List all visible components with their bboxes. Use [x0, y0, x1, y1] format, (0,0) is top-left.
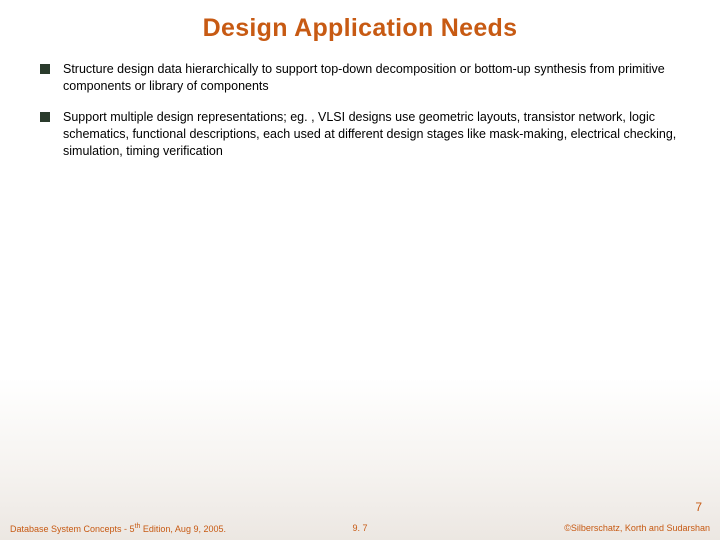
footer-left-prefix: Database System Concepts - 5	[10, 524, 135, 534]
bullet-text: Support multiple design representations;…	[63, 109, 680, 160]
footer-center: 9. 7	[243, 523, 476, 534]
bullet-item: Structure design data hierarchically to …	[40, 61, 680, 95]
page-number: 7	[695, 500, 702, 514]
bullet-marker-icon	[40, 112, 50, 122]
bullet-marker-icon	[40, 64, 50, 74]
footer-left-suffix: Edition, Aug 9, 2005.	[140, 524, 226, 534]
footer: Database System Concepts - 5th Edition, …	[0, 523, 720, 534]
slide-body: Structure design data hierarchically to …	[0, 43, 720, 159]
bullet-text: Structure design data hierarchically to …	[63, 61, 680, 95]
footer-right: ©Silberschatz, Korth and Sudarshan	[477, 523, 710, 534]
footer-left: Database System Concepts - 5th Edition, …	[10, 523, 243, 534]
slide: Design Application Needs Structure desig…	[0, 0, 720, 540]
bullet-item: Support multiple design representations;…	[40, 109, 680, 160]
slide-title: Design Application Needs	[0, 0, 720, 43]
